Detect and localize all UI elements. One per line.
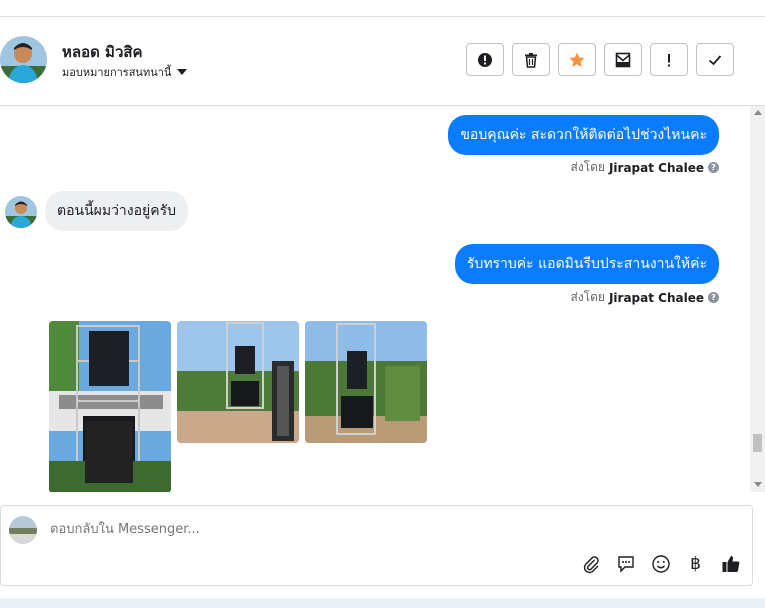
like-button[interactable] (719, 552, 742, 575)
archive-button[interactable] (604, 43, 642, 76)
help-icon[interactable]: ? (708, 292, 719, 303)
payment-button[interactable]: ฿ (684, 552, 707, 575)
assign-label: มอบหมายการสนทนานี้ (62, 66, 172, 79)
page-avatar (9, 516, 37, 544)
composer-actions: ฿ (579, 552, 742, 575)
delete-button[interactable] (512, 43, 550, 76)
chat-bubble-icon (617, 555, 634, 573)
help-icon[interactable]: ? (708, 162, 719, 173)
thread-scrollbar[interactable] (750, 106, 765, 492)
mail-box-icon (615, 52, 631, 67)
bottom-strip (0, 598, 765, 608)
sent-by-prefix: ส่งโดย (570, 160, 605, 174)
action-toolbar (466, 43, 734, 76)
reply-input[interactable] (48, 521, 652, 538)
caret-down-icon (177, 69, 188, 75)
sent-by-name: Jirapat Chalee (608, 290, 704, 305)
reply-composer: ฿ (0, 505, 753, 586)
scroll-up-arrow-icon[interactable] (754, 110, 762, 115)
exclamation-icon (668, 53, 670, 66)
sent-by-label: ส่งโดย Jirapat Chalee ? (570, 288, 719, 307)
photo-attachment[interactable] (177, 321, 299, 443)
conversation-header: หลอด มิวสิค มอบหมายการสนทนานี้ (0, 17, 765, 106)
photo-attachment[interactable] (305, 321, 427, 443)
contact-name[interactable]: หลอด มิวสิค (62, 40, 143, 64)
report-button[interactable] (466, 43, 504, 76)
mark-important-button[interactable] (650, 43, 688, 76)
assign-conversation-dropdown[interactable]: มอบหมายการสนทนานี้ (62, 63, 188, 81)
star-button[interactable] (558, 43, 596, 76)
top-bar (0, 0, 765, 17)
contact-avatar-small (5, 196, 37, 228)
thumbs-up-icon (722, 555, 739, 572)
baht-icon: ฿ (690, 553, 701, 574)
sent-by-prefix: ส่งโดย (570, 290, 605, 304)
trash-icon (525, 52, 537, 68)
check-icon (708, 54, 722, 65)
photo-attachment[interactable] (49, 321, 171, 492)
scroll-down-arrow-icon[interactable] (754, 482, 762, 487)
mark-done-button[interactable] (696, 43, 734, 76)
emoji-button[interactable] (649, 552, 672, 575)
contact-avatar[interactable] (0, 36, 47, 83)
sent-by-label: ส่งโดย Jirapat Chalee ? (570, 158, 719, 177)
saved-replies-button[interactable] (614, 552, 637, 575)
paperclip-icon (583, 555, 599, 573)
sent-by-name: Jirapat Chalee (608, 160, 704, 175)
star-icon (569, 52, 585, 67)
smiley-icon (651, 554, 670, 573)
incoming-message[interactable]: ตอนนี้ผมว่างอยู่ครับ (45, 191, 189, 231)
message-thread[interactable]: ขอบคุณค่ะ สะดวกให้ติดต่อไปช่วงไหนคะ ส่งโ… (0, 106, 750, 492)
attach-button[interactable] (579, 552, 602, 575)
outgoing-message[interactable]: ขอบคุณค่ะ สะดวกให้ติดต่อไปช่วงไหนคะ (448, 115, 719, 155)
scroll-thumb[interactable] (753, 434, 762, 452)
outgoing-message[interactable]: รับทราบค่ะ แอดมินรีบประสานงานให้ค่ะ (454, 244, 719, 284)
exclamation-circle-icon (478, 52, 492, 67)
